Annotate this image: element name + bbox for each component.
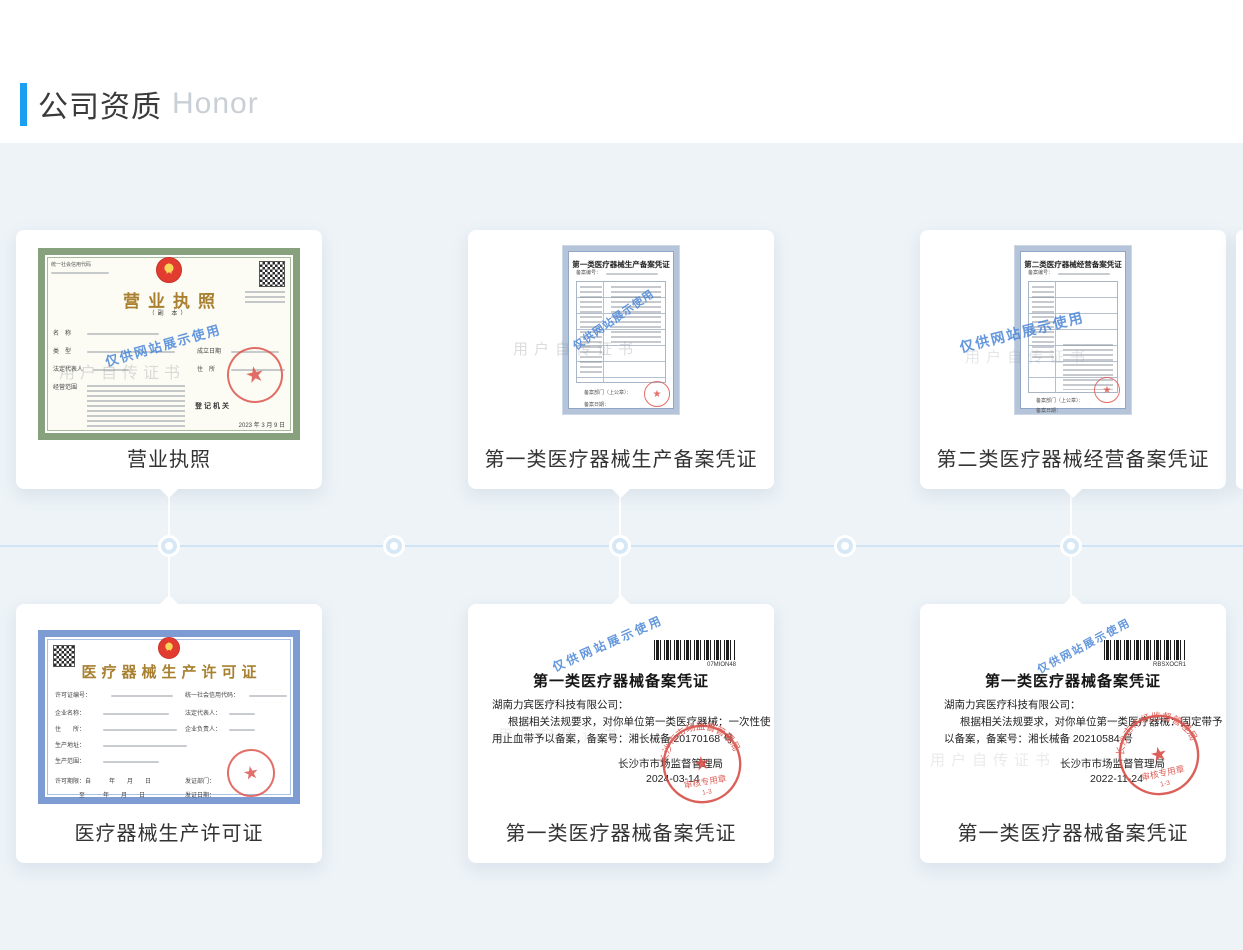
watermark-display-only: 仅供网站展示使用 xyxy=(103,319,224,370)
barcode-text: 07MION48 xyxy=(654,662,736,668)
cert-title: 第二类医疗器械经营备案凭证 xyxy=(1020,259,1126,270)
card-caption: 第二类医疗器械经营备案凭证 xyxy=(920,443,1226,472)
svg-text:★: ★ xyxy=(692,752,712,776)
doc-company: 湖南力宾医疗科技有限公司： xyxy=(492,697,629,712)
svg-text:1-3: 1-3 xyxy=(1160,780,1171,789)
certificate-card-production-filing[interactable]: 第一类医疗器械生产备案凭证 备案编号： 备案部门（上公章）： 备案日期： ★ 仅… xyxy=(468,230,774,489)
filing-no-label: 备案编号： xyxy=(1028,271,1053,276)
card-caption: 营业执照 xyxy=(16,443,322,472)
pointer-down-icon xyxy=(1064,489,1082,498)
license-title: 营业执照 xyxy=(45,287,293,312)
field-label: 经营范围 xyxy=(53,385,77,391)
cert-title: 第一类医疗器械生产备案凭证 xyxy=(568,259,674,270)
field-label: 法定代表人： xyxy=(185,711,221,717)
barcode-text: RBSXOCR1 xyxy=(1104,662,1186,668)
field-label: 名 称 xyxy=(53,331,71,337)
field-label: 企业负责人： xyxy=(185,727,221,733)
production-license-image: ★ 医疗器械生产许可证 许可证编号： 企业名称： 住 所： 生产地址： 生产范围… xyxy=(38,630,300,804)
card-caption: 第一类医疗器械备案凭证 xyxy=(468,817,774,846)
term-to-label: 至 年 月 日 xyxy=(79,793,145,799)
pointer-up-icon xyxy=(160,595,178,604)
page-subtitle: Honor xyxy=(172,87,259,121)
certificate-image: 第一类医疗器械生产备案凭证 备案编号： 备案部门（上公章）： 备案日期： ★ 仅… xyxy=(563,246,679,414)
pointer-up-icon xyxy=(612,595,630,604)
pointer-down-icon xyxy=(612,489,630,498)
section-header: 公司资质 Honor xyxy=(0,0,1243,143)
filing-date-label: 备案日期： xyxy=(584,403,609,408)
national-emblem-icon: ★ xyxy=(156,257,182,283)
red-seal: 长沙市市场监督管理局 ★ 审核专用章 1-3 xyxy=(653,715,750,812)
doc-body-line2: 以备案，备案号：湘长械备 20210584 号 xyxy=(944,731,1133,746)
field-label: 统一社会信用代码： xyxy=(185,693,239,699)
license-copy-label: （副 本） xyxy=(45,311,293,317)
next-card-peek[interactable] xyxy=(1236,230,1243,489)
timeline-node xyxy=(612,538,628,554)
card-caption: 医疗器械生产许可证 xyxy=(16,817,322,846)
field-label: 住 所 xyxy=(197,367,215,373)
doc-company: 湖南力宾医疗科技有限公司： xyxy=(944,697,1081,712)
filing-dept-label: 备案部门（上公章）： xyxy=(1036,399,1084,404)
card-caption: 第一类医疗器械备案凭证 xyxy=(920,817,1226,846)
card-caption: 第一类医疗器械生产备案凭证 xyxy=(468,443,774,472)
accent-bar xyxy=(20,83,27,126)
field-label: 许可证编号： xyxy=(55,693,91,699)
honor-section: 公司资质 Honor ★ 统一社会信用代码 营业执照 （副 本） 名 称 类 型… xyxy=(0,0,1243,950)
filing-date-label: 备案日期： xyxy=(1036,409,1061,414)
filing-dept-label: 备案部门（上公章）： xyxy=(584,391,632,396)
barcode xyxy=(1104,640,1186,660)
field-label: 生产范围： xyxy=(55,759,85,765)
field-label: 法定代表人 xyxy=(53,367,83,373)
svg-text:审核专用章: 审核专用章 xyxy=(683,772,728,790)
red-seal: 长沙市市场监督管理局 ★ 审核专用章 1-3 xyxy=(1108,704,1210,806)
doc-title: 第一类医疗器械备案凭证 xyxy=(468,670,774,691)
registrar-label: 登记机关 xyxy=(195,403,231,410)
watermark-display-only: 仅供网站展示使用 xyxy=(550,611,667,675)
svg-text:★: ★ xyxy=(1148,742,1170,767)
timeline-node xyxy=(837,538,853,554)
certificate-image: 第二类医疗器械经营备案凭证 备案编号： 备案部门（上公章）： 备案日期： ★ xyxy=(1015,246,1131,414)
national-emblem-icon: ★ xyxy=(158,637,180,659)
red-seal: ★ xyxy=(644,381,670,407)
field-label: 住 所： xyxy=(55,727,85,733)
field-label: 类 型 xyxy=(53,349,71,355)
issue-date: 2023 年 3 月 9 日 xyxy=(239,423,285,429)
barcode xyxy=(654,640,736,660)
certificate-card-operation-filing[interactable]: 第二类医疗器械经营备案凭证 备案编号： 备案部门（上公章）： 备案日期： ★ 仅… xyxy=(920,230,1226,489)
pointer-down-icon xyxy=(160,489,178,498)
watermark-user-upload: 用户自传证书 xyxy=(930,749,1056,770)
qr-code xyxy=(259,261,285,287)
term-from-label: 许可期限：自 年 月 日 xyxy=(55,779,151,785)
pointer-up-icon xyxy=(1064,595,1082,604)
timeline-node xyxy=(161,538,177,554)
timeline-node xyxy=(386,538,402,554)
issue-date-label: 发证日期： xyxy=(185,793,215,799)
svg-text:审核专用章: 审核专用章 xyxy=(1140,763,1185,783)
field-label: 企业名称： xyxy=(55,711,85,717)
certificate-card-device-filing-2[interactable]: RBSXOCR1 第一类医疗器械备案凭证 湖南力宾医疗科技有限公司： 根据相关法… xyxy=(920,604,1226,863)
field-label: 成立日期 xyxy=(197,349,221,355)
red-seal: ★ xyxy=(223,745,279,801)
certificate-card-business-license[interactable]: ★ 统一社会信用代码 营业执照 （副 本） 名 称 类 型 法定代表人 经营范围… xyxy=(16,230,322,489)
timeline-node xyxy=(1063,538,1079,554)
certificate-card-device-filing-1[interactable]: 07MION48 第一类医疗器械备案凭证 湖南力宾医疗科技有限公司： 根据相关法… xyxy=(468,604,774,863)
page-title: 公司资质 xyxy=(38,82,162,126)
credit-code-label: 统一社会信用代码 xyxy=(51,263,91,268)
license-title: 医疗器械生产许可证 xyxy=(45,661,293,682)
cert-table xyxy=(576,281,666,383)
section-title-wrap: 公司资质 Honor xyxy=(20,82,259,126)
red-seal: ★ xyxy=(1094,377,1120,403)
doc-title: 第一类医疗器械备案凭证 xyxy=(920,670,1226,691)
svg-text:1-3: 1-3 xyxy=(702,788,713,797)
filing-no-label: 备案编号： xyxy=(576,271,601,276)
business-license-image: ★ 统一社会信用代码 营业执照 （副 本） 名 称 类 型 法定代表人 经营范围… xyxy=(38,248,300,440)
issue-dept-label: 发证部门： xyxy=(185,779,215,785)
field-label: 生产地址： xyxy=(55,743,85,749)
certificate-card-production-license[interactable]: ★ 医疗器械生产许可证 许可证编号： 企业名称： 住 所： 生产地址： 生产范围… xyxy=(16,604,322,863)
